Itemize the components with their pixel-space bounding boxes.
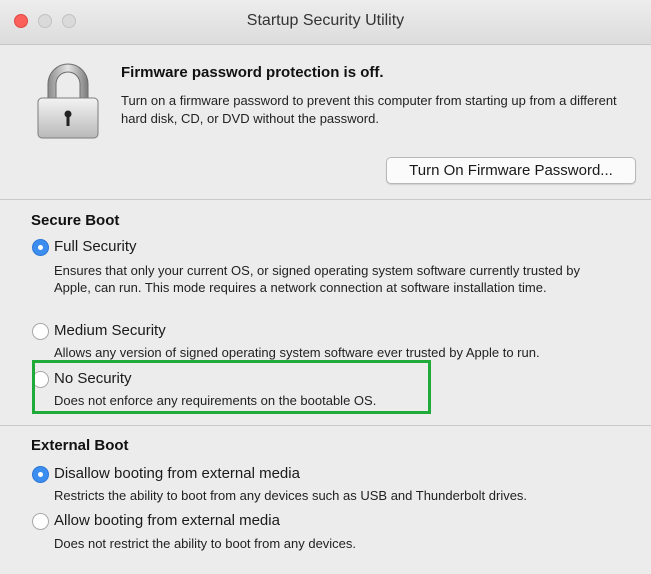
turn-on-firmware-password-button[interactable]: Turn On Firmware Password...: [386, 157, 636, 184]
title-bar[interactable]: Startup Security Utility: [0, 0, 651, 45]
highlight-box: [32, 360, 431, 414]
disallow-external-boot-radio[interactable]: [32, 466, 49, 483]
disallow-external-boot-label[interactable]: Disallow booting from external media: [54, 465, 300, 482]
medium-security-description: Allows any version of signed operating s…: [54, 345, 540, 360]
window-title: Startup Security Utility: [246, 12, 405, 29]
firmware-status-title: Firmware password protection is off.: [121, 64, 384, 81]
allow-external-boot-radio[interactable]: [32, 513, 49, 530]
full-security-label[interactable]: Full Security: [54, 238, 137, 255]
full-security-description: Ensures that only your current OS, or si…: [54, 263, 581, 295]
external-boot-heading: External Boot: [31, 437, 129, 454]
startup-security-window: Startup Security Utility Firmware passwo…: [0, 0, 651, 574]
medium-security-radio[interactable]: [32, 323, 49, 340]
allow-external-boot-description: Does not restrict the ability to boot fr…: [54, 536, 357, 551]
full-security-radio[interactable]: [32, 239, 49, 256]
divider: [0, 425, 651, 426]
firmware-description: Turn on a firmware password to prevent t…: [121, 93, 617, 126]
allow-external-boot-label[interactable]: Allow booting from external media: [54, 512, 280, 529]
disallow-external-boot-description: Restricts the ability to boot from any d…: [54, 488, 528, 503]
medium-security-label[interactable]: Medium Security: [54, 322, 166, 339]
divider: [0, 199, 651, 200]
secure-boot-heading: Secure Boot: [31, 212, 120, 229]
lock-icon: [37, 63, 99, 139]
